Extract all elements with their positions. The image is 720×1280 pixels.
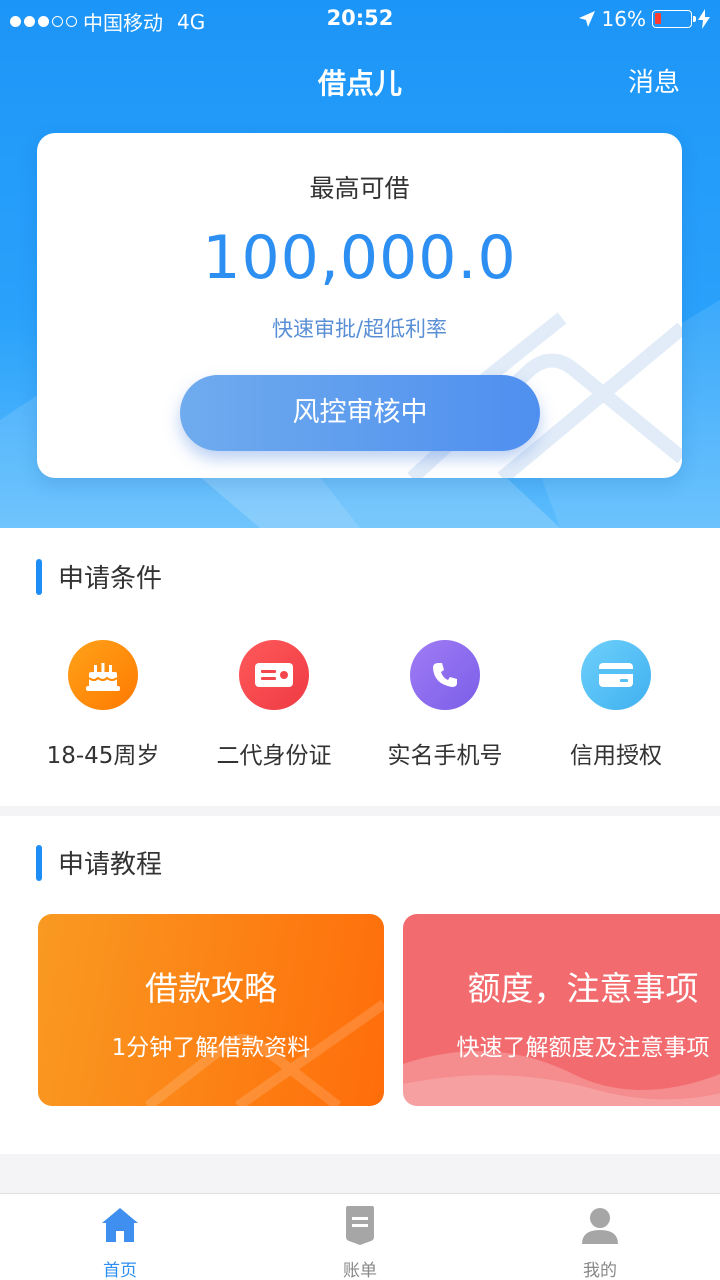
risk-review-button[interactable]: 风控审核中 (180, 375, 540, 451)
tutorial-subtitle: 1分钟了解借款资料 (111, 1035, 311, 1061)
phone-icon (410, 640, 480, 710)
condition-credit: 信用授权 (531, 640, 701, 770)
battery-icon (652, 10, 696, 28)
tutorial-title: 额度，注意事项 (467, 969, 699, 1008)
tab-bill[interactable]: 账单 (240, 1204, 480, 1280)
status-bar: 中国移动 4G 20:52 16% (0, 0, 720, 40)
tutorial-card-limit-notes[interactable]: 额度，注意事项 快速了解额度及注意事项 (403, 914, 720, 1106)
status-right: 16% (578, 7, 710, 31)
tutorials-header: 申请教程 (36, 844, 162, 881)
page-title: 借点儿 (317, 67, 402, 100)
charging-bolt-icon (698, 9, 710, 29)
bottom-tab-bar: 首页 账单 我的 (0, 1193, 720, 1280)
tutorial-title: 借款攻略 (145, 969, 277, 1008)
id-card-icon (239, 640, 309, 710)
tutorials-section: 申请教程 借款攻略 1分钟了解借款资料 额度，注意事项 快速了解额度及注意事项 (0, 816, 720, 1154)
tab-home-label: 首页 (103, 1261, 137, 1280)
bill-icon (240, 1204, 480, 1246)
cake-icon (68, 640, 138, 710)
condition-age: 18-45周岁 (18, 640, 188, 770)
tab-mine-label: 我的 (583, 1261, 617, 1280)
condition-credit-label: 信用授权 (570, 743, 662, 769)
condition-phone: 实名手机号 (360, 640, 530, 770)
tab-bill-label: 账单 (343, 1261, 377, 1280)
messages-link[interactable]: 消息 (628, 62, 680, 99)
condition-phone-label: 实名手机号 (387, 743, 503, 769)
location-arrow-icon (578, 11, 595, 27)
card-decoration (144, 999, 384, 1106)
tab-mine[interactable]: 我的 (480, 1204, 720, 1280)
credit-card-icon (581, 640, 651, 710)
card-subtitle: 快速审批/超低利率 (271, 317, 448, 341)
conditions-header: 申请条件 (36, 558, 162, 595)
conditions-list: 18-45周岁 二代身份证 实名手机号 信用授权 (0, 640, 720, 770)
condition-age-label: 18-45周岁 (46, 743, 160, 769)
battery-percent: 16% (601, 7, 646, 31)
condition-id-card-label: 二代身份证 (216, 743, 332, 769)
max-loan-amount: 100,000.0 (202, 223, 517, 293)
conditions-section: 申请条件 18-45周岁 二代身份证 实名手机号 信用授权 (0, 528, 720, 806)
tutorial-subtitle: 快速了解额度及注意事项 (456, 1035, 710, 1061)
section-accent-bar (36, 844, 42, 881)
tutorial-card-loan-guide[interactable]: 借款攻略 1分钟了解借款资料 (38, 914, 384, 1106)
section-accent-bar (36, 558, 42, 595)
tutorials-title: 申请教程 (58, 850, 163, 880)
conditions-title: 申请条件 (58, 564, 163, 594)
max-loan-label: 最高可借 (309, 174, 410, 203)
home-icon (0, 1204, 240, 1246)
condition-id-card: 二代身份证 (189, 640, 359, 770)
card-decoration (403, 1051, 720, 1106)
user-icon (480, 1204, 720, 1246)
tab-home[interactable]: 首页 (0, 1204, 240, 1280)
